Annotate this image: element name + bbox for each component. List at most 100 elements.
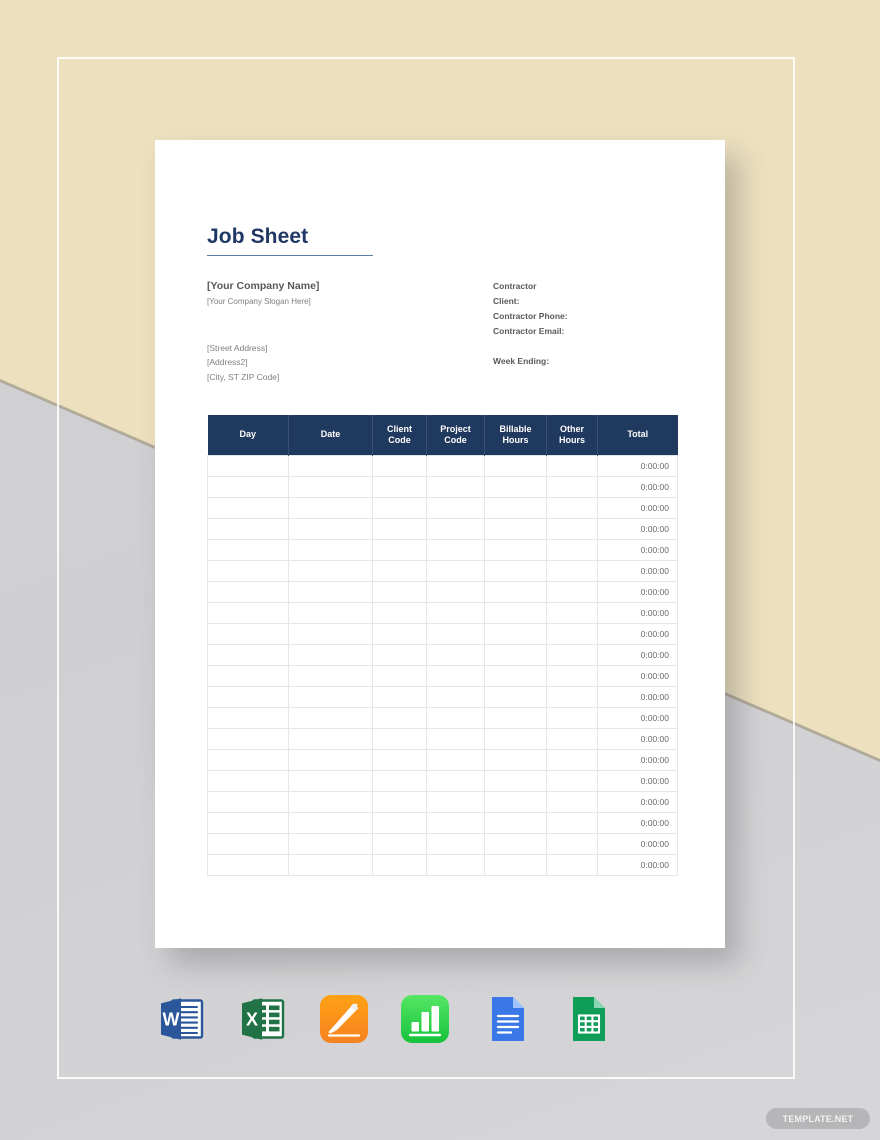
cell-other-hours[interactable] bbox=[546, 707, 598, 730]
cell-other-hours[interactable] bbox=[546, 665, 598, 688]
cell-client-code[interactable] bbox=[372, 770, 427, 793]
cell-client-code[interactable] bbox=[372, 749, 427, 772]
cell-billable-hours[interactable] bbox=[484, 749, 547, 772]
cell-day[interactable] bbox=[207, 455, 289, 478]
cell-date[interactable] bbox=[288, 623, 373, 646]
cell-project-code[interactable] bbox=[426, 665, 485, 688]
cell-date[interactable] bbox=[288, 770, 373, 793]
cell-project-code[interactable] bbox=[426, 833, 485, 856]
apple-pages-icon[interactable] bbox=[317, 992, 371, 1046]
cell-other-hours[interactable] bbox=[546, 539, 598, 562]
cell-other-hours[interactable] bbox=[546, 749, 598, 772]
cell-project-code[interactable] bbox=[426, 623, 485, 646]
cell-client-code[interactable] bbox=[372, 791, 427, 814]
cell-client-code[interactable] bbox=[372, 665, 427, 688]
cell-billable-hours[interactable] bbox=[484, 455, 547, 478]
cell-project-code[interactable] bbox=[426, 812, 485, 835]
cell-day[interactable] bbox=[207, 791, 289, 814]
cell-project-code[interactable] bbox=[426, 560, 485, 583]
cell-day[interactable] bbox=[207, 749, 289, 772]
cell-date[interactable] bbox=[288, 812, 373, 835]
cell-day[interactable] bbox=[207, 833, 289, 856]
cell-day[interactable] bbox=[207, 581, 289, 604]
cell-project-code[interactable] bbox=[426, 791, 485, 814]
cell-day[interactable] bbox=[207, 854, 289, 877]
cell-client-code[interactable] bbox=[372, 686, 427, 709]
cell-other-hours[interactable] bbox=[546, 833, 598, 856]
cell-date[interactable] bbox=[288, 455, 373, 478]
cell-billable-hours[interactable] bbox=[484, 602, 547, 625]
cell-date[interactable] bbox=[288, 665, 373, 688]
cell-billable-hours[interactable] bbox=[484, 518, 547, 541]
cell-client-code[interactable] bbox=[372, 623, 427, 646]
cell-day[interactable] bbox=[207, 707, 289, 730]
cell-billable-hours[interactable] bbox=[484, 644, 547, 667]
cell-date[interactable] bbox=[288, 707, 373, 730]
cell-other-hours[interactable] bbox=[546, 728, 598, 751]
cell-billable-hours[interactable] bbox=[484, 707, 547, 730]
apple-numbers-icon[interactable] bbox=[398, 992, 452, 1046]
cell-day[interactable] bbox=[207, 770, 289, 793]
cell-client-code[interactable] bbox=[372, 455, 427, 478]
cell-client-code[interactable] bbox=[372, 518, 427, 541]
cell-date[interactable] bbox=[288, 644, 373, 667]
cell-other-hours[interactable] bbox=[546, 644, 598, 667]
cell-billable-hours[interactable] bbox=[484, 728, 547, 751]
cell-project-code[interactable] bbox=[426, 707, 485, 730]
cell-billable-hours[interactable] bbox=[484, 833, 547, 856]
cell-other-hours[interactable] bbox=[546, 791, 598, 814]
cell-day[interactable] bbox=[207, 476, 289, 499]
cell-date[interactable] bbox=[288, 539, 373, 562]
cell-other-hours[interactable] bbox=[546, 497, 598, 520]
cell-day[interactable] bbox=[207, 602, 289, 625]
cell-project-code[interactable] bbox=[426, 518, 485, 541]
cell-billable-hours[interactable] bbox=[484, 497, 547, 520]
cell-other-hours[interactable] bbox=[546, 560, 598, 583]
cell-client-code[interactable] bbox=[372, 854, 427, 877]
cell-date[interactable] bbox=[288, 581, 373, 604]
cell-day[interactable] bbox=[207, 812, 289, 835]
cell-other-hours[interactable] bbox=[546, 476, 598, 499]
cell-date[interactable] bbox=[288, 728, 373, 751]
cell-billable-hours[interactable] bbox=[484, 581, 547, 604]
cell-client-code[interactable] bbox=[372, 602, 427, 625]
cell-date[interactable] bbox=[288, 476, 373, 499]
cell-client-code[interactable] bbox=[372, 728, 427, 751]
cell-client-code[interactable] bbox=[372, 560, 427, 583]
cell-billable-hours[interactable] bbox=[484, 623, 547, 646]
cell-date[interactable] bbox=[288, 749, 373, 772]
cell-day[interactable] bbox=[207, 686, 289, 709]
cell-project-code[interactable] bbox=[426, 497, 485, 520]
cell-day[interactable] bbox=[207, 665, 289, 688]
cell-billable-hours[interactable] bbox=[484, 812, 547, 835]
cell-project-code[interactable] bbox=[426, 728, 485, 751]
cell-billable-hours[interactable] bbox=[484, 686, 547, 709]
cell-other-hours[interactable] bbox=[546, 854, 598, 877]
cell-date[interactable] bbox=[288, 497, 373, 520]
cell-billable-hours[interactable] bbox=[484, 770, 547, 793]
cell-billable-hours[interactable] bbox=[484, 854, 547, 877]
cell-day[interactable] bbox=[207, 518, 289, 541]
cell-client-code[interactable] bbox=[372, 644, 427, 667]
cell-billable-hours[interactable] bbox=[484, 476, 547, 499]
cell-client-code[interactable] bbox=[372, 707, 427, 730]
cell-project-code[interactable] bbox=[426, 770, 485, 793]
cell-day[interactable] bbox=[207, 728, 289, 751]
cell-other-hours[interactable] bbox=[546, 770, 598, 793]
cell-project-code[interactable] bbox=[426, 476, 485, 499]
cell-project-code[interactable] bbox=[426, 854, 485, 877]
cell-other-hours[interactable] bbox=[546, 686, 598, 709]
cell-other-hours[interactable] bbox=[546, 812, 598, 835]
cell-project-code[interactable] bbox=[426, 455, 485, 478]
cell-date[interactable] bbox=[288, 560, 373, 583]
cell-date[interactable] bbox=[288, 518, 373, 541]
cell-project-code[interactable] bbox=[426, 644, 485, 667]
cell-other-hours[interactable] bbox=[546, 623, 598, 646]
google-sheets-icon[interactable] bbox=[560, 992, 614, 1046]
google-docs-icon[interactable] bbox=[479, 992, 533, 1046]
cell-date[interactable] bbox=[288, 686, 373, 709]
cell-date[interactable] bbox=[288, 602, 373, 625]
cell-day[interactable] bbox=[207, 539, 289, 562]
cell-billable-hours[interactable] bbox=[484, 665, 547, 688]
cell-client-code[interactable] bbox=[372, 539, 427, 562]
